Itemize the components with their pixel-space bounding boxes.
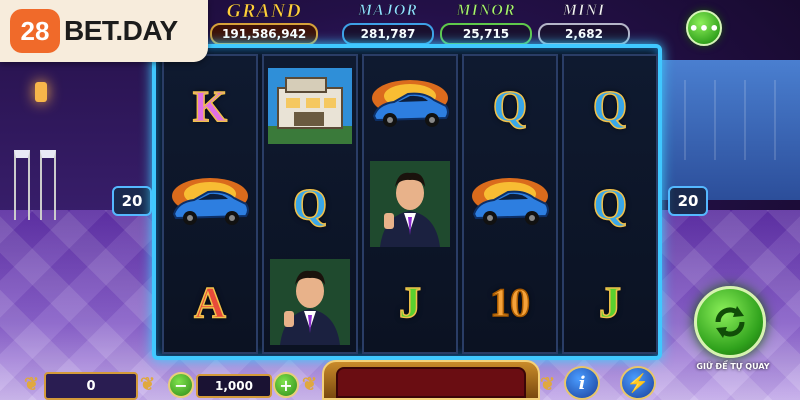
win-display bbox=[336, 367, 526, 398]
ornament-icon: ❦ bbox=[140, 374, 156, 395]
reel-1: K A bbox=[162, 54, 258, 354]
logo-badge: 28 bbox=[10, 9, 60, 53]
turbo-button[interactable]: ⚡ bbox=[620, 366, 656, 400]
symbol-k: K bbox=[166, 58, 254, 154]
businessman-symbol bbox=[366, 156, 454, 252]
ornament-icon: ❦ bbox=[24, 374, 40, 395]
symbol-10: 10 bbox=[466, 254, 554, 350]
businessman-symbol bbox=[266, 254, 354, 350]
symbol-label: Q bbox=[292, 179, 328, 230]
car-symbol bbox=[166, 156, 254, 252]
symbol-label: A bbox=[193, 277, 226, 328]
man-icon bbox=[270, 259, 350, 345]
man-icon bbox=[370, 161, 450, 247]
credit-display: 0 bbox=[44, 372, 138, 400]
payline-count-left: 20 bbox=[112, 186, 152, 216]
bar-stool bbox=[14, 150, 30, 220]
symbol-label: Q bbox=[592, 81, 628, 132]
spin-button[interactable] bbox=[694, 286, 766, 358]
logo-text: BET.DAY bbox=[64, 15, 178, 46]
info-button[interactable]: i bbox=[564, 366, 600, 400]
reel-frame: K A Q JQ 10 Q Q J bbox=[152, 44, 662, 360]
autospin-label: GIỮ ĐỂ TỰ QUAY bbox=[696, 362, 770, 371]
symbol-label: Q bbox=[592, 179, 628, 230]
symbol-q: Q bbox=[466, 58, 554, 154]
car-symbol bbox=[466, 156, 554, 252]
spin-arrows-icon bbox=[715, 306, 745, 338]
symbol-q: Q bbox=[566, 58, 654, 154]
symbol-j: J bbox=[566, 254, 654, 350]
reel-4: Q 10 bbox=[462, 54, 558, 354]
car-icon bbox=[172, 178, 249, 225]
jackpot-mini-name: MINI bbox=[562, 2, 606, 20]
reel-5: QQJ bbox=[562, 54, 658, 354]
jackpot-mini: MINI 2,682 bbox=[538, 0, 630, 45]
symbol-q: Q bbox=[566, 156, 654, 252]
reel-3: J bbox=[362, 54, 458, 354]
symbol-label: K bbox=[192, 81, 228, 132]
jackpot-mini-value: 2,682 bbox=[538, 23, 630, 45]
reel-2: Q bbox=[262, 54, 358, 354]
bet-decrease-button[interactable]: − bbox=[168, 372, 194, 398]
car-icon bbox=[472, 178, 549, 225]
car-symbol bbox=[366, 58, 454, 154]
jackpot-minor: MINOR 25,715 bbox=[440, 0, 532, 45]
more-dots-icon[interactable]: ••• bbox=[686, 10, 722, 46]
background-window bbox=[650, 60, 800, 200]
symbol-label: J bbox=[598, 277, 622, 328]
symbol-j: J bbox=[366, 254, 454, 350]
wall-lamp bbox=[35, 82, 47, 102]
jackpot-grand-value: 191,586,942 bbox=[210, 23, 319, 45]
symbol-a: A bbox=[166, 254, 254, 350]
jackpot-major-value: 281,787 bbox=[342, 23, 434, 45]
symbol-label: Q bbox=[492, 81, 528, 132]
symbol-q: Q bbox=[266, 156, 354, 252]
jackpot-minor-value: 25,715 bbox=[440, 23, 532, 45]
bet-increase-button[interactable]: + bbox=[273, 372, 299, 398]
car-icon bbox=[372, 80, 449, 127]
bet-amount: 1,000 bbox=[196, 374, 272, 398]
mansion-icon bbox=[268, 68, 352, 144]
jackpot-major: MAJOR 281,787 bbox=[342, 0, 434, 45]
jackpot-major-name: MAJOR bbox=[357, 2, 419, 20]
jackpot-grand: GRAND 191,586,942 bbox=[210, 0, 319, 45]
site-logo[interactable]: 28 BET.DAY bbox=[0, 0, 208, 62]
ornament-icon: ❦ bbox=[302, 374, 318, 395]
symbol-label: J bbox=[398, 277, 422, 328]
jackpot-minor-name: MINOR bbox=[456, 2, 516, 20]
symbol-label: 10 bbox=[489, 279, 531, 326]
bar-stool bbox=[40, 150, 56, 220]
mansion-symbol bbox=[266, 58, 354, 154]
jackpot-grand-name: GRAND bbox=[226, 0, 302, 22]
ornament-icon: ❦ bbox=[540, 374, 556, 395]
payline-count-right: 20 bbox=[668, 186, 708, 216]
win-display-panel bbox=[322, 360, 540, 400]
